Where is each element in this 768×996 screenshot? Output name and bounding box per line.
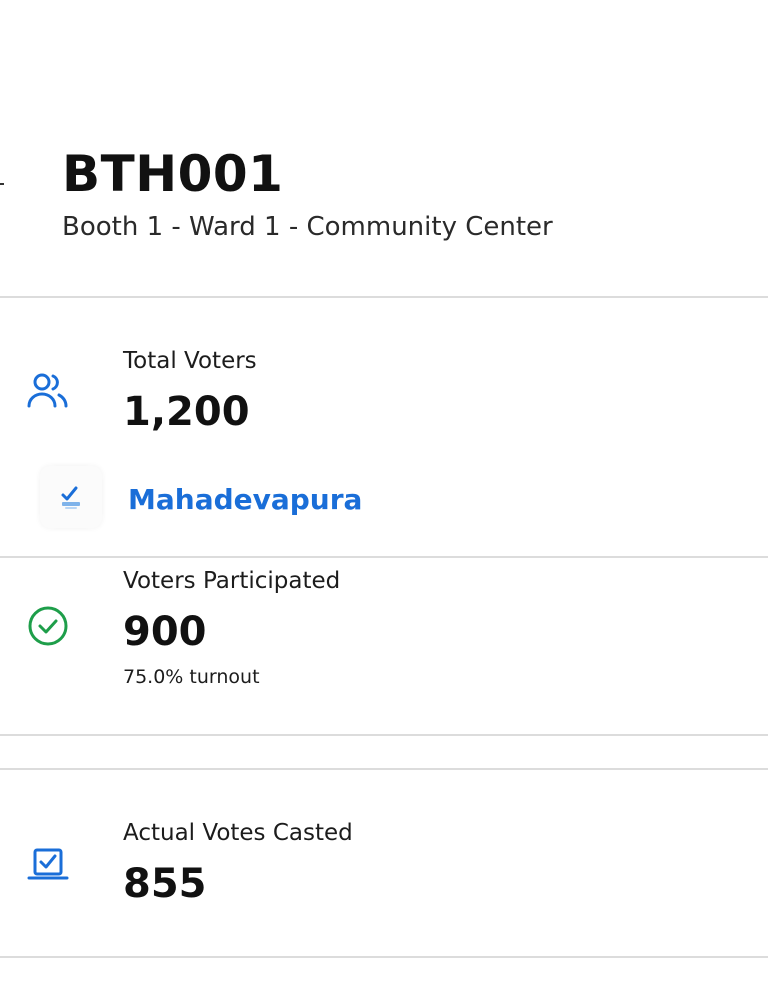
booth-header: BTH001 Booth 1 - Ward 1 - Community Cent… [62, 142, 762, 244]
voters-participated-label: Voters Participated [123, 568, 341, 594]
total-voters-value: 1,200 [123, 389, 250, 435]
booth-code: BTH001 [62, 145, 284, 203]
total-voters-card: Total Voters 1,200 Mahadevapura [0, 296, 768, 558]
actual-votes-value: 855 [123, 861, 207, 907]
ballot-box-icon [26, 842, 70, 886]
booth-details-page: BTH001 Booth 1 - Ward 1 - Community Cent… [0, 0, 768, 996]
users-icon [26, 368, 70, 412]
voters-participated-card: Voters Participated 900 75.0% turnout [0, 560, 768, 736]
total-voters-label: Total Voters [123, 348, 257, 374]
actual-votes-label: Actual Votes Casted [123, 820, 353, 846]
back-button-edge[interactable] [0, 183, 4, 185]
turnout-text: 75.0% turnout [123, 666, 260, 688]
booth-description: Booth 1 - Ward 1 - Community Center [62, 212, 553, 242]
check-circle-icon [26, 604, 70, 648]
ballot-logo-icon [40, 466, 102, 528]
voters-participated-value: 900 [123, 609, 207, 655]
actual-votes-card: Actual Votes Casted 855 [0, 768, 768, 958]
constituency-link[interactable]: Mahadevapura [128, 482, 362, 518]
